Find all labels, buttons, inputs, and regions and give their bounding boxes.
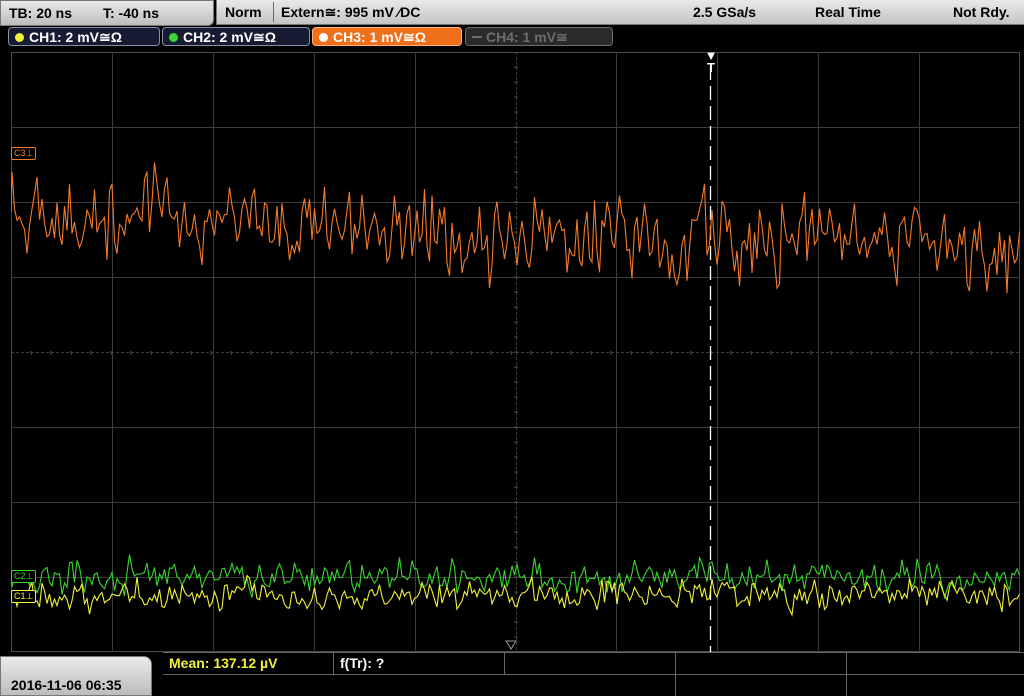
- datetime: 2016-11-06 06:35: [11, 677, 122, 693]
- datetime-panel: 2016-11-06 06:35: [0, 656, 152, 696]
- divider: [273, 2, 274, 22]
- channel-1-color-icon: [15, 33, 24, 42]
- channel-4-tab[interactable]: CH4: 1 mV≅: [465, 27, 613, 46]
- channel-4-color-icon: [472, 36, 482, 38]
- trigger-marker[interactable]: ▼ T: [704, 49, 718, 75]
- measurement-cell-2[interactable]: f(Tr): ?: [334, 653, 505, 674]
- channel-3-tab[interactable]: CH3: 1 mV≅Ω: [312, 27, 462, 46]
- channel-1-ground-marker[interactable]: C1⊥: [11, 590, 37, 603]
- trigger-offset-label[interactable]: T: -40 ns: [103, 1, 159, 25]
- channel-1-trace: [11, 574, 1020, 617]
- status-bar: TB: 20 ns T: -40 ns Norm Extern≅: 995 mV…: [0, 0, 1024, 26]
- channel-2-label: CH2: 2 mV≅Ω: [183, 29, 276, 45]
- channel-3-ground-marker[interactable]: C3⊥: [11, 147, 37, 160]
- measurement-row-2[interactable]: [163, 674, 505, 696]
- ready-state: Not Rdy.: [953, 4, 1010, 20]
- measurement-bar: 2016-11-06 06:35 Mean: 137.12 µV f(Tr): …: [0, 652, 1024, 696]
- trigger-mode[interactable]: Norm: [225, 0, 262, 24]
- channel-1-tab[interactable]: CH1: 2 mV≅Ω: [8, 27, 160, 46]
- waveform-canvas[interactable]: [11, 52, 1020, 652]
- channel-tabs: CH1: 2 mV≅Ω CH2: 2 mV≅Ω CH3: 1 mV≅Ω CH4:…: [0, 26, 1024, 48]
- frequency-measurement: f(Tr): ?: [340, 655, 385, 671]
- channel-3-trace: [11, 162, 1020, 294]
- channel-2-color-icon: [169, 33, 178, 42]
- trigger-marker-label: T: [707, 60, 715, 75]
- acquisition-panel: Norm Extern≅: 995 mV ⁄DC 2.5 GSa/s Real …: [216, 0, 1024, 25]
- channel-3-label: CH3: 1 mV≅Ω: [333, 29, 426, 45]
- waveform-display[interactable]: ▼ T C3⊥ C2⊥ C1⊥: [11, 49, 1020, 652]
- sample-rate[interactable]: 2.5 GSa/s: [693, 0, 756, 24]
- measurement-cell-1[interactable]: Mean: 137.12 µV: [163, 653, 334, 674]
- measurement-table: Mean: 137.12 µV f(Tr): ?: [163, 652, 1024, 696]
- channel-2-ground-marker[interactable]: C2⊥: [11, 570, 37, 583]
- mean-measurement: Mean: 137.12 µV: [169, 655, 278, 671]
- timebase-panel[interactable]: TB: 20 ns T: -40 ns: [0, 0, 214, 26]
- channel-1-label: CH1: 2 mV≅Ω: [29, 29, 122, 45]
- graticule-grid: [11, 52, 1020, 652]
- channel-3-color-icon: [319, 33, 328, 42]
- channel-2-trace: [11, 554, 1020, 600]
- channel-2-tab[interactable]: CH2: 2 mV≅Ω: [162, 27, 310, 46]
- acquisition-mode[interactable]: Real Time: [815, 0, 881, 24]
- channel-4-label: CH4: 1 mV≅: [486, 29, 568, 45]
- time-reference-icon: [505, 640, 517, 650]
- timebase-label[interactable]: TB: 20 ns: [9, 1, 72, 25]
- trigger-source[interactable]: Extern≅: 995 mV ⁄DC: [281, 0, 420, 24]
